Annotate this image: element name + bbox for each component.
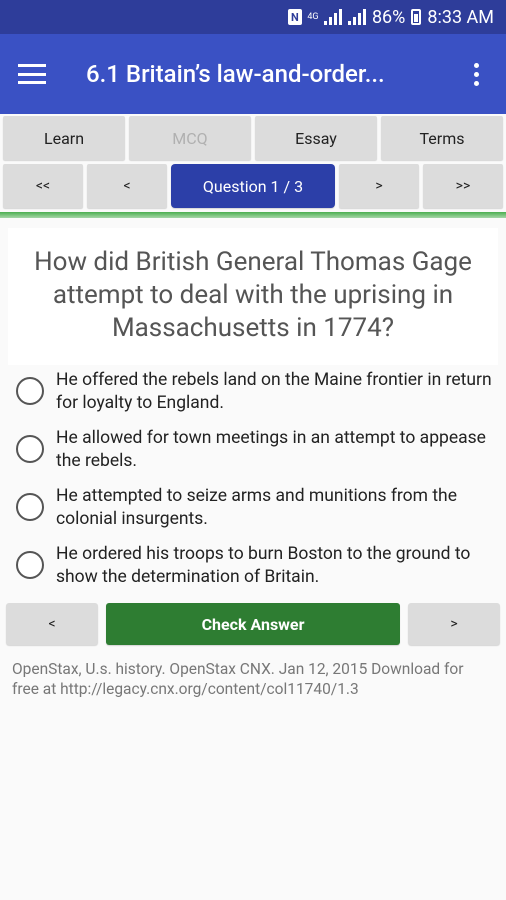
- radio-button[interactable]: [16, 493, 44, 521]
- tab-mcq: MCQ: [129, 116, 251, 160]
- answer-option[interactable]: He attempted to seize arms and munitions…: [16, 485, 496, 531]
- option-text: He ordered his troops to burn Boston to …: [56, 544, 471, 587]
- overflow-menu-icon[interactable]: [464, 62, 488, 86]
- signal-strength-icon: [347, 9, 366, 25]
- first-question-button[interactable]: <<: [3, 164, 83, 208]
- answer-option[interactable]: He allowed for town meetings in an attem…: [16, 427, 496, 473]
- network-type-icon: 4G: [307, 11, 319, 22]
- next-question-button[interactable]: >: [339, 164, 419, 208]
- clock: 8:33 AM: [427, 6, 494, 28]
- notification-n-icon: N: [287, 9, 302, 25]
- progress-divider: [0, 212, 506, 218]
- previous-button[interactable]: <: [6, 603, 98, 645]
- question-navigation: << < Question 1 / 3 > >>: [0, 160, 506, 208]
- tab-learn[interactable]: Learn: [3, 116, 125, 160]
- tab-essay[interactable]: Essay: [255, 116, 377, 160]
- answer-option[interactable]: He offered the rebels land on the Maine …: [16, 369, 496, 415]
- check-answer-button[interactable]: Check Answer: [106, 603, 400, 645]
- option-text: He allowed for town meetings in an attem…: [56, 428, 486, 471]
- radio-button[interactable]: [16, 377, 44, 405]
- option-text: He offered the rebels land on the Maine …: [56, 370, 492, 413]
- sim-signal-icon: [323, 9, 342, 25]
- battery-percent: 86%: [371, 6, 406, 28]
- answer-option[interactable]: He ordered his troops to burn Boston to …: [16, 543, 496, 589]
- radio-button[interactable]: [16, 435, 44, 463]
- question-card: How did British General Thomas Gage atte…: [8, 228, 498, 365]
- app-bar: 6.1 Britain’s law-and-order...: [0, 34, 506, 114]
- battery-icon: [411, 9, 422, 25]
- action-row: < Check Answer >: [0, 601, 506, 645]
- status-bar: N 4G 86% 8:33 AM: [0, 0, 506, 34]
- last-question-button[interactable]: >>: [423, 164, 503, 208]
- question-counter-button[interactable]: Question 1 / 3: [171, 164, 335, 208]
- radio-button[interactable]: [16, 551, 44, 579]
- next-button[interactable]: >: [408, 603, 500, 645]
- option-text: He attempted to seize arms and munitions…: [56, 486, 457, 529]
- source-citation: OpenStax, U.s. history. OpenStax CNX. Ja…: [12, 660, 464, 698]
- previous-question-button[interactable]: <: [87, 164, 167, 208]
- question-text: How did British General Thomas Gage atte…: [34, 247, 472, 343]
- mode-tabs: Learn MCQ Essay Terms: [0, 114, 506, 160]
- tab-terms[interactable]: Terms: [381, 116, 503, 160]
- menu-icon[interactable]: [18, 64, 46, 84]
- answer-options: He offered the rebels land on the Maine …: [0, 365, 506, 589]
- page-title: 6.1 Britain’s law-and-order...: [86, 60, 385, 88]
